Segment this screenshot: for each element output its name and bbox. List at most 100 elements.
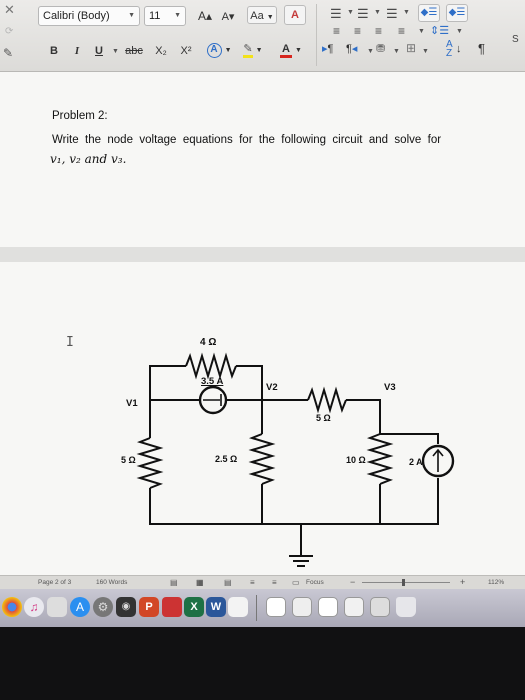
document-page-2[interactable]: I 4 Ω 3.5 A V1 V2 V3 5 Ω 5 Ω 2.5 Ω 10 Ω … [0, 262, 525, 575]
settings-gear-icon[interactable]: ⚙ [93, 597, 113, 617]
photos-icon[interactable] [47, 597, 67, 617]
ltr-paragraph-icon[interactable]: ▸¶ [322, 42, 333, 55]
label-r-right: 10 Ω [346, 455, 366, 465]
excel-icon[interactable]: X [184, 597, 204, 617]
refresh-icon[interactable]: ⟳ [5, 26, 13, 37]
format-painter-icon[interactable]: ✎ [3, 46, 13, 60]
text-effects-glyph: A [206, 43, 222, 58]
doc-thumbnail-icon[interactable] [292, 597, 312, 617]
chevron-down-icon[interactable]: ▼ [418, 28, 425, 35]
chevron-down-icon: ▼ [224, 47, 232, 54]
font-color-button[interactable]: A ▼ [276, 40, 306, 58]
chevron-down-icon[interactable]: ▼ [112, 48, 119, 55]
chrome-icon[interactable] [2, 597, 22, 617]
borders-icon[interactable]: ⊞ [406, 41, 416, 55]
word-icon[interactable]: W [206, 597, 226, 617]
circuit-diagram [136, 352, 455, 567]
chevron-down-icon: ▼ [255, 47, 263, 54]
bullets-icon[interactable]: ☰ [330, 6, 342, 22]
word-count[interactable]: 160 Words [96, 579, 127, 586]
facetime-icon[interactable]: ◉ [116, 597, 136, 617]
powerpoint-icon[interactable]: P [139, 597, 159, 617]
chevron-down-icon[interactable]: ▼ [422, 48, 429, 55]
shading-icon[interactable]: ⛃ [376, 42, 385, 55]
align-right-icon[interactable]: ≡ [375, 24, 382, 38]
focus-icon[interactable]: ▭ [292, 578, 300, 587]
align-center-icon[interactable]: ≡ [354, 24, 361, 38]
subscript-button[interactable]: X₂ [151, 42, 171, 60]
sort-icon[interactable]: AZ [446, 40, 453, 59]
zoom-in-button[interactable]: + [460, 577, 465, 587]
strikethrough-button[interactable]: abc [121, 42, 147, 60]
itunes-icon[interactable]: ♫ [24, 597, 44, 617]
chevron-down-icon[interactable]: ▼ [374, 9, 381, 16]
resistor-2p5-ohm [248, 433, 276, 485]
shrink-font-button[interactable]: A▾ [218, 8, 238, 26]
superscript-button[interactable]: X² [176, 42, 196, 60]
styles-clipped-label: S [512, 34, 519, 45]
label-r-top: 4 Ω [200, 337, 217, 348]
app-store-icon[interactable]: A [70, 597, 90, 617]
justify-icon[interactable]: ≡ [398, 24, 405, 38]
powerpoint-letter: P [145, 601, 153, 613]
doc-thumbnail-icon[interactable] [344, 597, 364, 617]
highlight-button[interactable]: ✎ ▼ [240, 40, 266, 58]
ribbon-toolbar: ✕ ⟳ ✎ Calibri (Body) ▼ 11 ▼ A▴ A▾ Aa ▼ A… [0, 0, 525, 72]
text-effects-button[interactable]: A ▼ [206, 40, 232, 58]
zoom-out-button[interactable]: − [350, 577, 355, 587]
notes-icon[interactable] [228, 597, 248, 617]
zoom-slider[interactable] [362, 582, 450, 583]
numbering-icon[interactable]: ☰ [357, 6, 369, 22]
status-bar: Page 2 of 3 160 Words ▤ ▦ ▤ ≡ ≡ ▭ Focus … [0, 575, 525, 589]
close-icon[interactable]: ✕ [4, 2, 15, 18]
line-spacing-icon[interactable]: ⇕☰ [430, 24, 449, 37]
text-effects-letter: A [291, 9, 299, 21]
align-left-icon[interactable]: ≡ [333, 24, 340, 38]
chevron-down-icon: ▼ [174, 12, 181, 19]
bold-button[interactable]: B [46, 42, 62, 60]
change-case-button[interactable]: Aa ▼ [247, 6, 277, 24]
web-layout-icon[interactable]: ▤ [224, 578, 232, 587]
chevron-down-icon[interactable]: ▼ [347, 9, 354, 16]
decrease-indent-icon[interactable]: ◆☰ [418, 4, 440, 22]
italic-button[interactable]: I [70, 42, 84, 60]
font-size-select[interactable]: 11 ▼ [144, 6, 186, 26]
sort-arrow-icon: ↓ [456, 43, 462, 55]
photo-booth-icon[interactable] [162, 597, 182, 617]
clear-formatting-button[interactable]: A [284, 5, 306, 25]
underline-button[interactable]: U [92, 42, 106, 60]
problem-statement-line1: Write the node voltage equations for the… [52, 134, 442, 146]
rtl-paragraph-icon[interactable]: ¶◂ [346, 42, 357, 55]
grow-font-button[interactable]: A▴ [195, 7, 215, 25]
chevron-down-icon[interactable]: ▼ [367, 48, 374, 55]
doc-thumbnail-icon[interactable] [370, 597, 390, 617]
font-name-select[interactable]: Calibri (Body) ▼ [38, 6, 140, 26]
resistor-5-ohm [307, 386, 347, 414]
print-layout-icon[interactable]: ▦ [196, 578, 204, 587]
dock: ♫ A ⚙ ◉ P X W [0, 589, 525, 627]
proofing-icon[interactable]: ▤ [170, 578, 178, 587]
font-color-letter: A [280, 43, 292, 58]
outline-view-icon[interactable]: ≡ [250, 578, 255, 587]
show-formatting-button[interactable]: ¶ [478, 41, 485, 56]
document-page-1[interactable]: Problem 2: Write the node voltage equati… [0, 72, 525, 247]
page-break-gap [0, 247, 525, 262]
doc-thumbnail-icon[interactable] [266, 597, 286, 617]
focus-label[interactable]: Focus [306, 579, 324, 586]
page-count[interactable]: Page 2 of 3 [38, 579, 71, 586]
font-name-value: Calibri (Body) [43, 10, 110, 22]
problem-statement-line2: v₁, v₂ and v₃. [50, 152, 127, 166]
chevron-down-icon[interactable]: ▼ [393, 48, 400, 55]
highlighter-icon: ✎ [243, 43, 253, 58]
chevron-down-icon[interactable]: ▼ [403, 9, 410, 16]
chevron-down-icon[interactable]: ▼ [456, 28, 463, 35]
problem-title: Problem 2: [52, 110, 108, 122]
increase-indent-icon[interactable]: ◆☰ [446, 4, 468, 22]
doc-thumbnail-icon[interactable] [318, 597, 338, 617]
zoom-level[interactable]: 112% [488, 579, 504, 586]
wire-top-right [236, 365, 263, 400]
zoom-slider-thumb[interactable] [402, 579, 405, 586]
draft-view-icon[interactable]: ≡ [272, 578, 277, 587]
multilevel-list-icon[interactable]: ☰ [386, 6, 398, 22]
trash-icon[interactable] [396, 597, 416, 617]
